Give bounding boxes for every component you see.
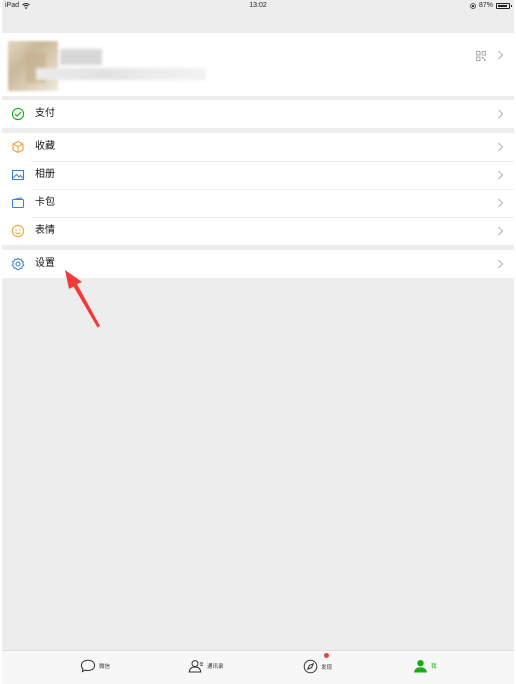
menu-item-cards[interactable]: 卡包 [2, 189, 514, 217]
menu-item-album[interactable]: 相册 [2, 161, 514, 189]
contacts-icon [188, 660, 203, 673]
tab-label: 微信 [99, 664, 111, 670]
profile-name-redacted [60, 49, 102, 65]
tab-bar: 微信 通讯录 发现 我 [2, 650, 514, 684]
chevron-right-icon [498, 198, 504, 208]
battery-percent: 87% [478, 2, 493, 9]
chevron-right-icon [498, 109, 504, 119]
tab-label: 发现 [321, 664, 333, 671]
status-bar: iPad 13:02 87% [2, 0, 514, 12]
menu-item-label: 相册 [35, 169, 55, 180]
menu-item-stickers[interactable]: 表情 [2, 217, 514, 245]
tab-chats[interactable]: 微信 [80, 659, 110, 673]
menu-item-label: 卡包 [35, 197, 55, 208]
tab-label: 我 [431, 664, 437, 670]
avatar[interactable] [8, 41, 58, 91]
chevron-right-icon [498, 50, 504, 60]
menu-item-label: 收藏 [35, 141, 55, 152]
profile-card[interactable] [2, 33, 514, 96]
profile-id-redacted [36, 68, 206, 80]
tab-me[interactable]: 我 [413, 659, 437, 673]
cube-icon [12, 140, 24, 154]
annotation-arrow-icon [65, 270, 100, 328]
smiley-icon [11, 224, 25, 238]
gear-icon [11, 257, 25, 271]
chevron-right-icon [498, 226, 504, 236]
menu-item-label: 支付 [35, 108, 55, 119]
app-window: iPad 13:02 87% 支付 收藏 相册 卡包 表情 设置 微信 通讯录 … [2, 0, 514, 684]
menu-item-pay[interactable]: 支付 [2, 100, 514, 128]
features-group: 收藏 相册 卡包 表情 [2, 133, 514, 245]
image-icon [11, 169, 25, 181]
chevron-right-icon [498, 142, 504, 152]
tab-label: 通讯录 [207, 664, 224, 670]
person-icon [414, 660, 427, 673]
compass-icon [303, 659, 318, 674]
battery-icon [496, 2, 512, 9]
orientation-lock-icon [470, 2, 476, 9]
qr-code-icon[interactable] [476, 51, 486, 61]
card-icon [11, 197, 25, 209]
wallet-icon [11, 107, 25, 121]
discover-badge-dot [324, 653, 329, 658]
menu-item-label: 设置 [35, 258, 55, 269]
chevron-right-icon [498, 170, 504, 180]
chat-bubble-icon [80, 659, 96, 673]
tab-contacts[interactable]: 通讯录 [188, 659, 224, 673]
tab-discover[interactable]: 发现 [303, 659, 332, 674]
menu-item-label: 表情 [35, 225, 55, 236]
menu-item-favorites[interactable]: 收藏 [2, 133, 514, 161]
chevron-right-icon [498, 259, 504, 269]
pay-group: 支付 [2, 100, 514, 128]
status-time: 13:02 [249, 2, 267, 9]
